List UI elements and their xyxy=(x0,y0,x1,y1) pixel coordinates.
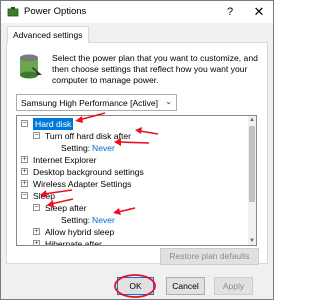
power-options-icon xyxy=(7,7,19,17)
battery-plan-icon xyxy=(20,54,42,79)
expand-icon[interactable]: + xyxy=(21,180,28,187)
tab-advanced-settings[interactable]: Advanced settings xyxy=(7,26,89,43)
tree-scrollbar[interactable]: ▲ ▼ xyxy=(248,116,256,245)
scroll-down-icon[interactable]: ▼ xyxy=(248,237,256,245)
settings-tree[interactable]: − Hard disk − Turn off hard disk after S… xyxy=(16,115,257,246)
close-button[interactable]: ✕ xyxy=(247,2,271,22)
expand-icon[interactable]: + xyxy=(33,228,40,235)
window-title: Power Options xyxy=(24,6,87,17)
scroll-up-icon[interactable]: ▲ xyxy=(248,116,256,124)
scroll-thumb[interactable] xyxy=(249,126,255,202)
chevron-down-icon: ⌄ xyxy=(165,97,172,106)
description-text: Select the power plan that you want to c… xyxy=(52,53,258,85)
setting-value-link[interactable]: Never xyxy=(92,214,115,226)
restore-plan-defaults-button[interactable]: Restore plan defaults xyxy=(160,248,259,265)
collapse-icon[interactable]: − xyxy=(21,120,28,127)
apply-button[interactable]: Apply xyxy=(214,277,253,295)
tree-item-label: Wireless Adapter Settings xyxy=(33,179,132,189)
setting-label: Setting: xyxy=(61,143,91,153)
tree-item-label: Hibernate after xyxy=(45,239,102,246)
collapse-icon[interactable]: − xyxy=(33,204,40,211)
power-options-window: Power Options ? ✕ Advanced settings Sele… xyxy=(0,0,274,300)
tree-item-label: Hard disk xyxy=(33,118,74,130)
expand-icon[interactable]: + xyxy=(21,156,28,163)
setting-value-link[interactable]: Never xyxy=(92,142,115,154)
help-button[interactable]: ? xyxy=(219,2,241,22)
collapse-icon[interactable]: − xyxy=(33,132,40,139)
power-plan-dropdown[interactable]: Samsung High Performance [Active] ⌄ xyxy=(16,94,177,111)
expand-icon[interactable]: + xyxy=(21,168,28,175)
tree-item-label: Desktop background settings xyxy=(33,167,144,177)
tree-item-label: Allow hybrid sleep xyxy=(45,227,115,237)
tree-item-label: Sleep after xyxy=(45,203,87,213)
collapse-icon[interactable]: − xyxy=(21,192,28,199)
title-bar: Power Options ? ✕ xyxy=(1,1,273,23)
tree-item-label: Internet Explorer xyxy=(33,155,97,165)
tree-item-label: Turn off hard disk after xyxy=(45,131,131,141)
power-plan-value: Samsung High Performance [Active] xyxy=(21,98,159,108)
expand-icon[interactable]: + xyxy=(33,240,40,245)
ok-button[interactable]: OK xyxy=(117,277,154,295)
cancel-button[interactable]: Cancel xyxy=(166,277,205,295)
tree-item-label: Sleep xyxy=(33,191,55,201)
setting-label: Setting: xyxy=(61,215,91,225)
